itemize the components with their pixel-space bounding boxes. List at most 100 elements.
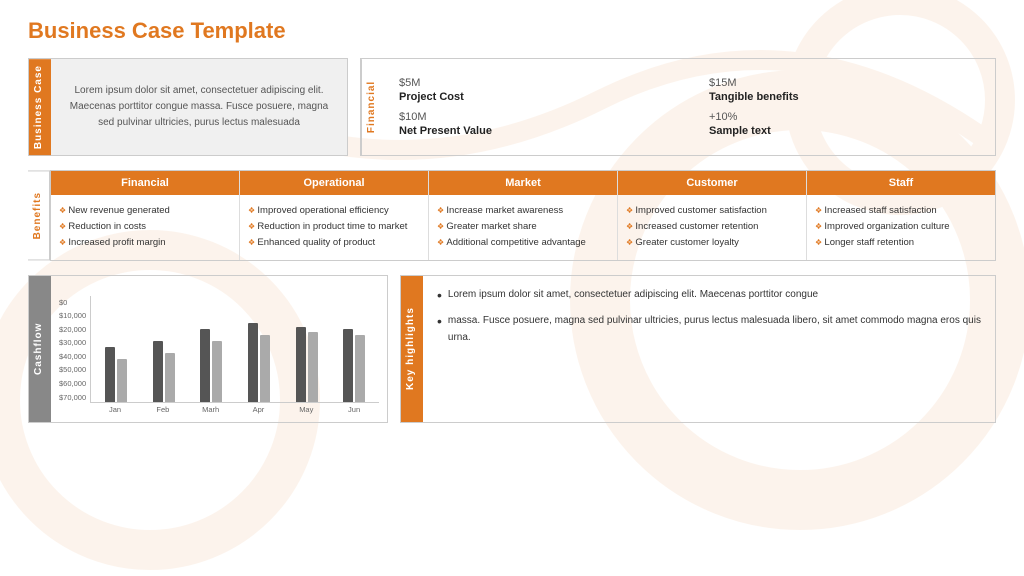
list-item: Improved customer satisfaction xyxy=(626,203,798,219)
benefits-grid: FinancialNew revenue generatedReduction … xyxy=(50,170,996,260)
bar-group-0 xyxy=(95,347,137,402)
bar-light-4 xyxy=(308,332,318,402)
bar-dark-3 xyxy=(248,323,258,402)
chart-bars-area: JanFebMarhAprMayJun xyxy=(90,296,379,416)
list-item: Reduction in costs xyxy=(59,219,231,235)
financial-box: Financial $5M $15M Project Cost Tangible… xyxy=(360,58,996,156)
top-section: Business Case Lorem ipsum dolor sit amet… xyxy=(28,58,996,156)
y-label: $40,000 xyxy=(59,352,86,361)
list-item: Additional competitive advantage xyxy=(437,235,609,251)
bar-light-2 xyxy=(212,341,222,402)
list-item: Increased profit margin xyxy=(59,235,231,251)
bar-dark-2 xyxy=(200,329,210,402)
bar-group-3 xyxy=(238,323,280,402)
fin-value-3: $10M xyxy=(399,111,669,123)
benefit-col-0: FinancialNew revenue generatedReduction … xyxy=(51,171,240,259)
financial-label: Financial xyxy=(361,59,383,155)
list-item: Improved organization culture xyxy=(815,219,987,235)
list-item: Increased staff satisfaction xyxy=(815,203,987,219)
benefit-col-3: CustomerImproved customer satisfactionIn… xyxy=(618,171,807,259)
cashflow-label: Cashflow xyxy=(29,276,51,422)
benefit-body-3: Improved customer satisfactionIncreased … xyxy=(618,195,806,259)
bar-group-5 xyxy=(333,329,375,402)
highlight-item-1: • massa. Fusce posuere, magna sed pulvina… xyxy=(437,312,981,346)
y-label: $0 xyxy=(59,298,86,307)
x-label: Jun xyxy=(333,405,375,414)
x-label: Feb xyxy=(142,405,184,414)
list-item: Increased customer retention xyxy=(626,219,798,235)
highlights-label: Key highlights xyxy=(401,276,423,422)
x-label: Apr xyxy=(238,405,280,414)
bar-light-3 xyxy=(260,335,270,402)
page-title: Business Case Template xyxy=(28,18,996,44)
benefits-label: Benefits xyxy=(28,170,50,260)
bottom-section: Cashflow $70,000$60,000$50,000$40,000$30… xyxy=(28,275,996,423)
x-label: May xyxy=(285,405,327,414)
bars-row-5 xyxy=(343,329,365,402)
list-item: Improved operational efficiency xyxy=(248,203,420,219)
bar-dark-1 xyxy=(153,341,163,402)
list-item: Greater market share xyxy=(437,219,609,235)
highlight-text: massa. Fusce posuere, magna sed pulvinar… xyxy=(448,312,981,346)
list-item: Reduction in product time to market xyxy=(248,219,420,235)
benefit-header-2: Market xyxy=(429,171,617,195)
list-item: New revenue generated xyxy=(59,203,231,219)
bar-group-4 xyxy=(286,327,328,402)
fin-value-2: $15M xyxy=(709,77,979,89)
bars-container xyxy=(90,296,379,403)
cashflow-content: $70,000$60,000$50,000$40,000$30,000$20,0… xyxy=(51,276,387,422)
bullet-icon: • xyxy=(437,312,442,330)
financial-content: $5M $15M Project Cost Tangible benefits … xyxy=(383,59,995,155)
x-label: Marh xyxy=(190,405,232,414)
y-label: $20,000 xyxy=(59,325,86,334)
y-labels: $70,000$60,000$50,000$40,000$30,000$20,0… xyxy=(59,296,86,416)
benefit-body-0: New revenue generatedReduction in costsI… xyxy=(51,195,239,259)
bar-light-1 xyxy=(165,353,175,402)
benefit-col-2: MarketIncrease market awarenessGreater m… xyxy=(429,171,618,259)
bullet-icon: • xyxy=(437,286,442,304)
benefits-section: Benefits FinancialNew revenue generatedR… xyxy=(28,170,996,260)
highlight-text: Lorem ipsum dolor sit amet, consectetuer… xyxy=(448,286,818,303)
benefit-col-4: StaffIncreased staff satisfactionImprove… xyxy=(807,171,995,259)
fin-label-1: Project Cost xyxy=(399,91,669,103)
bar-group-1 xyxy=(143,341,185,402)
benefit-col-1: OperationalImproved operational efficien… xyxy=(240,171,429,259)
y-label: $60,000 xyxy=(59,379,86,388)
highlight-item-0: • Lorem ipsum dolor sit amet, consectetue… xyxy=(437,286,981,304)
list-item: Greater customer loyalty xyxy=(626,235,798,251)
fin-value-4: +10% xyxy=(709,111,979,123)
highlights-content: • Lorem ipsum dolor sit amet, consectetue… xyxy=(423,276,995,422)
bars-row-1 xyxy=(153,341,175,402)
bar-light-5 xyxy=(355,335,365,402)
y-label: $50,000 xyxy=(59,365,86,374)
bar-dark-5 xyxy=(343,329,353,402)
cashflow-box: Cashflow $70,000$60,000$50,000$40,000$30… xyxy=(28,275,388,423)
list-item: Enhanced quality of product xyxy=(248,235,420,251)
chart-area: $70,000$60,000$50,000$40,000$30,000$20,0… xyxy=(59,296,379,416)
list-item: Longer staff retention xyxy=(815,235,987,251)
benefit-header-3: Customer xyxy=(618,171,806,195)
fin-label-2: Tangible benefits xyxy=(709,91,979,103)
bar-dark-0 xyxy=(105,347,115,402)
benefit-body-1: Improved operational efficiencyReduction… xyxy=(240,195,428,259)
bars-row-4 xyxy=(296,327,318,402)
bars-row-2 xyxy=(200,329,222,402)
bars-row-0 xyxy=(105,347,127,402)
benefit-body-2: Increase market awarenessGreater market … xyxy=(429,195,617,259)
benefit-header-1: Operational xyxy=(240,171,428,195)
y-label: $10,000 xyxy=(59,311,86,320)
business-case-label: Business Case xyxy=(29,59,51,155)
fin-label-3: Net Present Value xyxy=(399,125,669,137)
y-label: $70,000 xyxy=(59,393,86,402)
chart-y-axis: $70,000$60,000$50,000$40,000$30,000$20,0… xyxy=(59,296,379,416)
benefit-body-4: Increased staff satisfactionImproved org… xyxy=(807,195,995,259)
highlights-box: Key highlights • Lorem ipsum dolor sit am… xyxy=(400,275,996,423)
fin-label-4: Sample text xyxy=(709,125,979,137)
business-case-box: Business Case Lorem ipsum dolor sit amet… xyxy=(28,58,348,156)
business-case-content: Lorem ipsum dolor sit amet, consectetuer… xyxy=(51,59,347,155)
benefit-header-4: Staff xyxy=(807,171,995,195)
fin-value-1: $5M xyxy=(399,77,669,89)
list-item: Increase market awareness xyxy=(437,203,609,219)
x-labels: JanFebMarhAprMayJun xyxy=(90,403,379,416)
bar-dark-4 xyxy=(296,327,306,402)
